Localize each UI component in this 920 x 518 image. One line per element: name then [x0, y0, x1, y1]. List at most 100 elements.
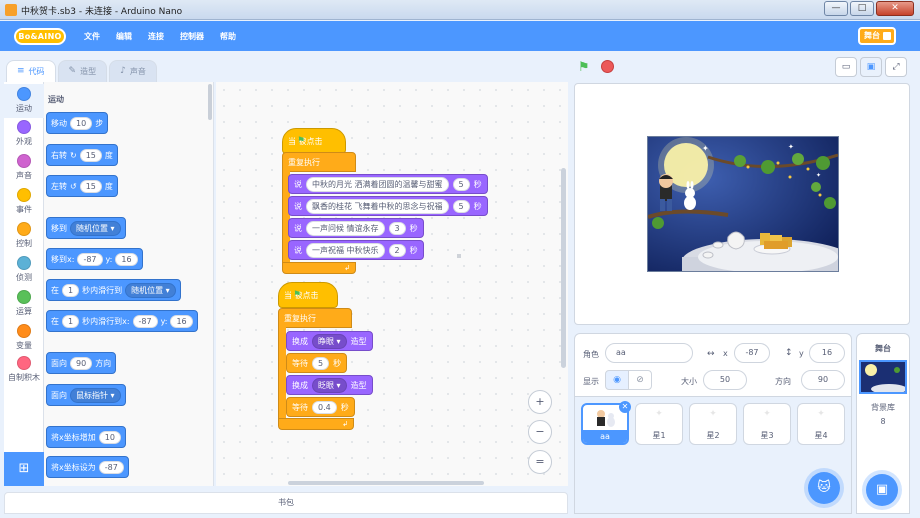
- block-glide[interactable]: 在 1 秒内滑行到 随机位置 ▾: [46, 279, 181, 301]
- backpack[interactable]: 书包: [4, 492, 568, 514]
- glide-dropdown[interactable]: 随机位置 ▾: [125, 282, 176, 298]
- small-stage-button[interactable]: ▭: [835, 57, 857, 77]
- category-looks[interactable]: 外观: [4, 120, 44, 154]
- costume-dropdown[interactable]: 眨眼 ▾: [312, 377, 347, 393]
- switch-costume-block[interactable]: 换成 睁眼 ▾ 造型: [286, 331, 373, 351]
- minimize-button[interactable]: —: [824, 1, 848, 16]
- category-events[interactable]: 事件: [4, 188, 44, 222]
- block-change-x[interactable]: 将x坐标增加 10: [46, 426, 126, 448]
- block-point-direction[interactable]: 面向 90 方向: [46, 352, 117, 374]
- zoom-reset-button[interactable]: =: [528, 450, 552, 474]
- green-flag-button[interactable]: ⚑: [578, 60, 590, 75]
- hide-sprite-button[interactable]: ⊘: [628, 370, 652, 390]
- maximize-button[interactable]: □: [850, 1, 874, 16]
- number-input[interactable]: -87: [98, 460, 124, 474]
- menu-help[interactable]: 帮助: [220, 31, 236, 42]
- block-goto-xy[interactable]: 移到x: -87 y: 16: [46, 248, 143, 270]
- say-block[interactable]: 说 一声祝福 中秋快乐 2 秒: [288, 240, 424, 260]
- size-field[interactable]: 50: [703, 370, 747, 390]
- fullscreen-button[interactable]: ⤢: [885, 57, 907, 77]
- x-position-field[interactable]: -87: [734, 343, 770, 363]
- y-position-field[interactable]: 16: [809, 343, 845, 363]
- palette-scrollbar[interactable]: [208, 84, 212, 120]
- number-input[interactable]: 10: [70, 116, 93, 130]
- goto-dropdown[interactable]: 随机位置 ▾: [70, 220, 121, 236]
- direction-field[interactable]: 90: [801, 370, 845, 390]
- y-input[interactable]: 16: [115, 252, 138, 266]
- block-point-towards[interactable]: 面向 鼠标指针 ▾: [46, 384, 126, 406]
- category-control[interactable]: 控制: [4, 222, 44, 256]
- block-goto[interactable]: 移到 随机位置 ▾: [46, 217, 126, 239]
- block-turn-right[interactable]: 右转 ↻ 15 度: [46, 144, 118, 166]
- number-input[interactable]: 0.4: [312, 400, 337, 414]
- category-sound[interactable]: 声音: [4, 154, 44, 188]
- delete-sprite-button[interactable]: ✕: [619, 401, 631, 413]
- stop-button[interactable]: [601, 60, 614, 73]
- menu-controller[interactable]: 控制器: [180, 31, 204, 42]
- script-area[interactable]: 当 被点击 ⚑ 重复执行 ↲ 说 中秋的月光 洒满着团圆的温馨与甜蜜 5 秒 说…: [216, 82, 568, 486]
- wait-block[interactable]: 等待 5 秒: [286, 353, 348, 373]
- script-scrollbar-vertical[interactable]: [561, 168, 566, 368]
- block-glide-xy[interactable]: 在 1 秒内滑行到x: -87 y: 16: [46, 310, 198, 332]
- forever-block[interactable]: 重复执行: [282, 152, 356, 172]
- number-input[interactable]: 5: [312, 356, 330, 370]
- when-flag-clicked-block[interactable]: 当 被点击 ⚑: [278, 282, 338, 308]
- category-variables[interactable]: 变量: [4, 324, 44, 358]
- when-flag-clicked-block[interactable]: 当 被点击 ⚑: [282, 128, 346, 154]
- category-motion[interactable]: 运动: [4, 84, 44, 118]
- stage-thumbnail[interactable]: [859, 360, 907, 394]
- block-set-x[interactable]: 将x坐标设为 -87: [46, 456, 129, 478]
- number-input[interactable]: 15: [79, 179, 102, 193]
- number-input[interactable]: 1: [62, 283, 80, 297]
- number-input[interactable]: 15: [79, 148, 102, 162]
- large-stage-button[interactable]: ▣: [860, 57, 882, 77]
- category-operators[interactable]: 运算: [4, 290, 44, 324]
- number-input[interactable]: 1: [62, 314, 80, 328]
- block-move-steps[interactable]: 移动 10 步: [46, 112, 109, 134]
- sprite-thumb-aa[interactable]: ✕ aa: [581, 401, 631, 445]
- y-input[interactable]: 16: [170, 314, 193, 328]
- say-block[interactable]: 说 飘香的桂花 飞舞着中秋的思念与祝福 5 秒: [288, 196, 488, 216]
- menu-edit[interactable]: 编辑: [116, 31, 132, 42]
- wait-block[interactable]: 等待 0.4 秒: [286, 397, 355, 417]
- number-input[interactable]: 2: [388, 243, 406, 257]
- zoom-out-button[interactable]: −: [528, 420, 552, 444]
- sprite-thumb-star1[interactable]: ✦ 星1: [635, 403, 683, 445]
- script-scrollbar-horizontal[interactable]: [288, 481, 484, 485]
- tab-sounds[interactable]: ♪ 声音: [109, 60, 157, 82]
- show-sprite-button[interactable]: ◉: [605, 370, 629, 390]
- stage-mode-button[interactable]: 舞台: [858, 27, 896, 45]
- add-backdrop-button[interactable]: ▣: [866, 474, 898, 506]
- sprite-thumb-star4[interactable]: ✦ 星4: [797, 403, 845, 445]
- forever-block[interactable]: 重复执行: [278, 308, 352, 328]
- tab-code[interactable]: ≡ 代码: [6, 60, 56, 82]
- close-button[interactable]: ✕: [876, 1, 914, 16]
- add-sprite-button[interactable]: 🐱: [808, 472, 840, 504]
- number-input[interactable]: 90: [70, 356, 93, 370]
- category-myblocks[interactable]: 自制积木: [4, 356, 44, 390]
- text-input[interactable]: 一声问候 情谊永存: [306, 220, 385, 236]
- number-input[interactable]: 10: [98, 430, 121, 444]
- zoom-in-button[interactable]: +: [528, 390, 552, 414]
- sprite-thumb-star2[interactable]: ✦ 星2: [689, 403, 737, 445]
- text-input[interactable]: 飘香的桂花 飞舞着中秋的思念与祝福: [306, 198, 449, 214]
- sprite-thumb-star3[interactable]: ✦ 星3: [743, 403, 791, 445]
- stage[interactable]: ✦ ✦ ✦: [574, 83, 910, 325]
- say-block[interactable]: 说 中秋的月光 洒满着团圆的温馨与甜蜜 5 秒: [288, 174, 488, 194]
- x-input[interactable]: -87: [77, 252, 103, 266]
- costume-dropdown[interactable]: 睁眼 ▾: [312, 333, 347, 349]
- say-block[interactable]: 说 一声问候 情谊永存 3 秒: [288, 218, 424, 238]
- towards-dropdown[interactable]: 鼠标指针 ▾: [70, 387, 121, 403]
- number-input[interactable]: 3: [388, 221, 406, 235]
- number-input[interactable]: 5: [452, 199, 470, 213]
- category-sensing[interactable]: 侦测: [4, 256, 44, 290]
- switch-costume-block[interactable]: 换成 眨眼 ▾ 造型: [286, 375, 373, 395]
- text-input[interactable]: 一声祝福 中秋快乐: [306, 242, 385, 258]
- number-input[interactable]: 5: [452, 177, 470, 191]
- block-turn-left[interactable]: 左转 ↺ 15 度: [46, 175, 118, 197]
- menu-file[interactable]: 文件: [84, 31, 100, 42]
- sprite-name-field[interactable]: aa: [605, 343, 693, 363]
- menu-connect[interactable]: 连接: [148, 31, 164, 42]
- x-input[interactable]: -87: [132, 314, 158, 328]
- text-input[interactable]: 中秋的月光 洒满着团圆的温馨与甜蜜: [306, 176, 449, 192]
